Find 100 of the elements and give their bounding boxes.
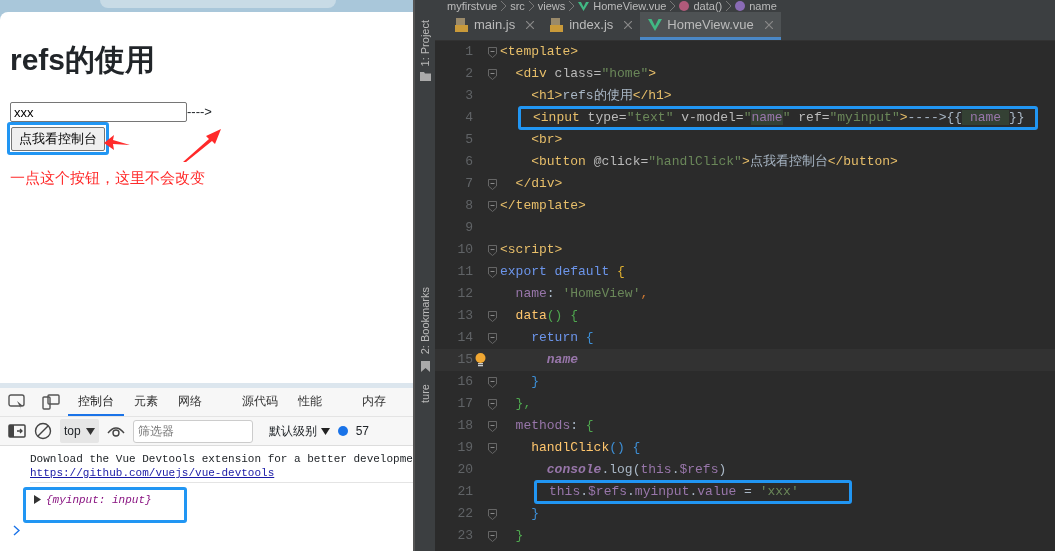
line-number: 2: [464, 65, 473, 84]
code-line: }: [514, 527, 524, 545]
bound-text: ---->: [187, 103, 212, 122]
line-number: 12: [456, 285, 473, 304]
expand-icon[interactable]: [34, 495, 41, 504]
breadcrumb-item[interactable]: HomeView.vue: [593, 0, 667, 12]
context-select[interactable]: top: [60, 419, 99, 443]
fold-icon[interactable]: [488, 398, 497, 410]
code-line: }: [530, 373, 539, 391]
tool-window-label[interactable]: ture: [416, 383, 434, 403]
chevron-icon: [501, 1, 507, 11]
lightbulb-icon[interactable]: [475, 353, 486, 367]
close-icon[interactable]: [624, 20, 633, 29]
code-line: <button @click="handlClick">点我看控制台</button>: [530, 153, 898, 171]
fold-icon[interactable]: [488, 332, 497, 344]
level-dropdown[interactable]: 默认级别: [268, 422, 330, 440]
breadcrumb-item[interactable]: views: [537, 0, 566, 12]
console-button[interactable]: 点我看控制台: [11, 127, 105, 151]
chevron-icon: [569, 1, 575, 11]
caret-icon: [85, 427, 95, 435]
code-line: </template>: [500, 197, 586, 215]
line-number: 21: [456, 483, 473, 502]
close-icon[interactable]: [764, 20, 773, 29]
clear-icon[interactable]: [34, 422, 52, 440]
fold-icon[interactable]: [488, 68, 497, 80]
annotation-text: 一点这个按钮，这里不会改变: [10, 167, 206, 188]
method-icon: [679, 1, 690, 11]
line-number: 20: [456, 461, 473, 480]
tool-window-label[interactable]: 1: Project: [416, 20, 434, 67]
devtools-tab[interactable]: 网络: [168, 388, 212, 416]
chevron-icon: [528, 1, 534, 11]
filter-field[interactable]: 筛选器: [132, 419, 253, 443]
breadcrumb-item[interactable]: name: [749, 0, 777, 12]
fold-icon[interactable]: [488, 376, 497, 388]
fold-icon[interactable]: [488, 200, 497, 212]
line-number: 6: [464, 153, 473, 172]
line-number: 19: [456, 439, 473, 458]
code-line: <h1>refs的使用</h1>: [530, 87, 672, 105]
devtools-tab[interactable]: 元素: [124, 388, 168, 416]
code-line: return {: [530, 329, 594, 347]
editor-tab[interactable]: HomeView.vue: [640, 12, 781, 40]
message-icon: [337, 426, 348, 436]
fold-icon[interactable]: [488, 530, 497, 542]
js-file-icon: [455, 17, 469, 32]
vue-icon: [648, 18, 663, 31]
prompt-icon[interactable]: [13, 525, 20, 536]
message-count: 57: [355, 423, 370, 440]
chevron-icon: [726, 1, 732, 11]
fold-icon[interactable]: [488, 266, 497, 278]
fold-icon[interactable]: [488, 178, 497, 190]
device-icon[interactable]: [42, 394, 60, 410]
console-link[interactable]: https://github.com/vuejs/vue-devtools: [30, 467, 275, 479]
console-object[interactable]: {myinput: input}: [46, 493, 152, 517]
arrow: [183, 129, 221, 162]
devtools-tab[interactable]: 内存: [352, 388, 396, 416]
code-line: handlClick() {: [530, 439, 641, 457]
devtools-tab[interactable]: 性能: [288, 388, 332, 416]
line-number: 10: [456, 241, 473, 260]
close-icon[interactable]: [526, 20, 535, 29]
bookmark-icon[interactable]: [420, 360, 430, 372]
text-input[interactable]: xxx: [10, 102, 187, 122]
breadcrumb-item[interactable]: src: [510, 0, 525, 12]
code-line: },: [514, 395, 532, 413]
code-line: name: 'HomeView',: [514, 285, 649, 303]
fold-icon[interactable]: [488, 420, 497, 432]
devtools-tab[interactable]: 源代码: [232, 388, 288, 416]
code-line: methods: {: [514, 417, 594, 435]
code-line: }: [530, 505, 539, 523]
line-number: 13: [456, 307, 473, 326]
editor-tab[interactable]: main.js: [447, 12, 543, 40]
line-number: 14: [456, 329, 473, 348]
tool-window-label[interactable]: 2: Bookmarks: [416, 287, 434, 355]
code-line: <template>: [500, 43, 578, 61]
line-number: 8: [464, 197, 473, 216]
fold-icon[interactable]: [488, 442, 497, 454]
line-number: 9: [464, 219, 473, 238]
sidebar-icon[interactable]: [8, 424, 26, 438]
caret-icon: [320, 427, 330, 435]
code-line: <div class="home">: [514, 65, 657, 83]
breadcrumb-item[interactable]: myfirstvue: [447, 0, 498, 12]
console-message: Download the Vue Devtools extension for a better developme: [30, 452, 413, 466]
line-number: 17: [456, 395, 473, 414]
fold-icon[interactable]: [488, 244, 497, 256]
line-number: 23: [456, 527, 473, 546]
line-number: 22: [456, 505, 473, 524]
breadcrumb-item[interactable]: data(): [693, 0, 723, 12]
code-line: name: [545, 351, 578, 369]
eye-icon[interactable]: [106, 425, 125, 437]
line-number: 1: [464, 43, 473, 62]
line-number: 3: [464, 87, 473, 106]
chevron-icon: [670, 1, 676, 11]
fold-icon[interactable]: [488, 310, 497, 322]
arrow: [104, 134, 130, 150]
editor-tab[interactable]: index.js: [542, 12, 641, 40]
code-line: </div>: [514, 175, 563, 193]
folder-icon[interactable]: [419, 72, 431, 82]
inspect-icon[interactable]: [8, 394, 26, 410]
code-line: export default {: [500, 263, 625, 281]
fold-icon[interactable]: [488, 508, 497, 520]
fold-icon[interactable]: [488, 46, 497, 58]
